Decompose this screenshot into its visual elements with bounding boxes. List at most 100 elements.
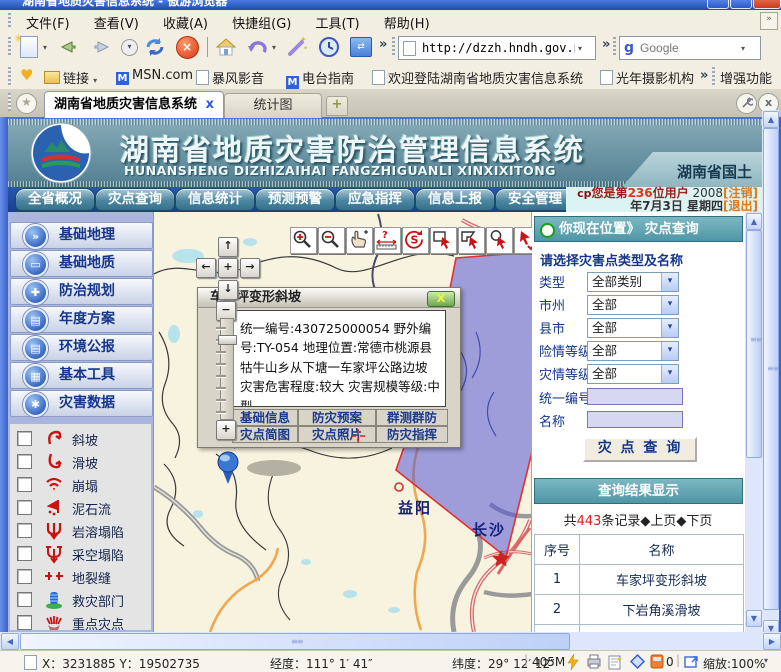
forward-button[interactable] [88, 34, 114, 60]
new-tab-button[interactable]: + [326, 96, 348, 116]
checkbox[interactable] [17, 477, 32, 492]
tab-tools-wrench-icon[interactable] [736, 93, 757, 114]
table-row[interactable]: 2下岩角溪滑坡 [535, 595, 744, 625]
links-folder[interactable]: 链接 ▾ [44, 68, 97, 87]
scroll-down-icon[interactable]: ▼ [746, 610, 762, 627]
chevron-down-icon[interactable]: ▾ [661, 296, 678, 314]
popup-tab-group-monitor[interactable]: 群测群防 [376, 409, 448, 426]
linksbar-grip[interactable] [8, 67, 11, 85]
favorites-heart-icon[interactable]: ♥ [20, 66, 33, 84]
history-dropdown-icon[interactable]: ▾ [121, 39, 138, 56]
identify-button[interactable] [514, 227, 532, 254]
home-button[interactable] [213, 34, 239, 60]
scroll-left-icon[interactable]: ◀ [1, 633, 19, 650]
type-select[interactable]: 全部类别▾ [587, 272, 679, 292]
pan-up-button[interactable]: ↑ [218, 237, 238, 257]
zoom-slider-handle[interactable] [218, 335, 237, 345]
close-button[interactable] [753, 0, 781, 9]
nav-forecast[interactable]: 预测预警 [256, 189, 334, 210]
select-rect-button[interactable] [430, 227, 457, 254]
chevron-down-icon[interactable]: ▾ [661, 273, 678, 291]
disaster-level-select[interactable]: 全部▾ [587, 364, 679, 384]
panel-scrollbar[interactable]: ▲ ≡≡ ▼ [745, 212, 762, 632]
full-extent-button[interactable]: S [402, 227, 429, 254]
toolbar-overflow-icon[interactable]: » [379, 37, 387, 52]
pan-hand-button[interactable] [346, 227, 373, 254]
chevron-down-icon[interactable]: ▾ [661, 365, 678, 383]
zoom-slider-plus-button[interactable]: + [216, 420, 236, 440]
scroll-right-icon[interactable]: ▶ [763, 633, 781, 650]
nav-stats[interactable]: 信息统计 [176, 189, 254, 210]
pan-center-button[interactable]: + [218, 258, 238, 278]
menubar-grip[interactable] [8, 13, 11, 28]
urlbar-grip[interactable] [392, 37, 395, 57]
scrollbar-thumb[interactable]: ≡≡ [746, 230, 762, 458]
nav-emergency[interactable]: 应急指挥 [336, 189, 414, 210]
checkbox[interactable] [17, 546, 32, 561]
scroll-up-icon[interactable]: ▲ [746, 213, 762, 230]
toolbar-grip[interactable] [8, 37, 11, 57]
link-radio[interactable]: M电台指南 [286, 68, 354, 89]
boost-lightning-icon[interactable] [566, 654, 580, 670]
zoom-in-button[interactable] [290, 227, 317, 254]
sidebar-item-base-geography[interactable]: »基础地理 [10, 222, 153, 249]
checkbox[interactable] [17, 592, 32, 607]
url-bar[interactable]: ▾ [398, 36, 596, 60]
layer-row-slope[interactable]: 斜坡 [10, 427, 151, 450]
nav-query[interactable]: 灾点查询 [96, 189, 174, 210]
checkbox[interactable] [17, 500, 32, 515]
link-msn[interactable]: MMSN.com [116, 68, 193, 85]
risk-level-select[interactable]: 全部▾ [587, 341, 679, 361]
window-titlebar[interactable]: 湖南省地质灾害信息系统 - 傲游浏览器 [0, 0, 781, 10]
layer-row-landslide[interactable]: 滑坡 [10, 450, 151, 473]
window-panel-button[interactable]: ⇄ [348, 34, 374, 60]
magic-wand-button[interactable]: ✦✦ [284, 34, 310, 60]
nav-security[interactable]: 安全管理 [496, 189, 574, 210]
popup-tab-command[interactable]: 防灾指挥 [376, 426, 448, 443]
pan-left-button[interactable]: ← [196, 258, 216, 278]
search-grip[interactable] [613, 37, 616, 57]
enhance-menu[interactable]: 增强功能 [720, 68, 772, 87]
pan-down-button[interactable]: ↓ [218, 280, 238, 300]
pan-right-button[interactable]: → [240, 258, 260, 278]
select-polygon-button[interactable] [458, 227, 485, 254]
layer-row-relief-dept[interactable]: 救灾部门 [10, 588, 151, 611]
logout-link[interactable]: [注销] [723, 186, 758, 200]
resize-window-icon[interactable] [684, 654, 699, 669]
popup-close-icon[interactable]: X [427, 291, 455, 307]
layer-row-karst-collapse[interactable]: 岩溶塌陷 [10, 519, 151, 542]
table-row[interactable]: 1车家坪变形斜坡 [535, 565, 744, 595]
exit-link[interactable]: [退出] [723, 199, 758, 213]
popup-tab-basic-info[interactable]: 基础信息 [232, 409, 298, 426]
chevron-down-icon[interactable]: ▾ [661, 319, 678, 337]
enhance-grip[interactable] [712, 67, 715, 85]
refresh-button[interactable] [142, 34, 168, 60]
horizontal-scrollbar[interactable]: ◀ ≡≡ ▶ [0, 632, 781, 650]
printer-icon[interactable] [586, 654, 602, 669]
query-button[interactable]: 灾 点 查 询 [583, 437, 697, 462]
popup-tab-sketch[interactable]: 灾点简图 [232, 426, 298, 443]
layer-row-collapse[interactable]: 崩塌 [10, 473, 151, 496]
scroll-up-icon[interactable]: ▲ [763, 111, 779, 128]
undo-button[interactable] [245, 34, 271, 60]
tabbar-grip[interactable] [8, 93, 11, 111]
counter-widget-icon[interactable] [650, 654, 664, 669]
history-clock-button[interactable] [316, 34, 342, 60]
chevron-down-icon[interactable]: ▾ [661, 342, 678, 360]
minimize-button[interactable] [707, 0, 729, 9]
scrollbar-thumb[interactable]: ≡≡ [763, 128, 779, 610]
popup-tab-prevention-plan[interactable]: 防灾预案 [298, 409, 376, 426]
tab-chart[interactable]: 统计图 [224, 93, 322, 118]
url-dropdown-icon[interactable]: ▾ [574, 44, 585, 53]
search-input[interactable] [638, 40, 738, 56]
search-dropdown-icon[interactable]: ▾ [738, 44, 748, 53]
url-input[interactable] [420, 40, 574, 56]
undo-dropdown-icon[interactable]: ▾ [272, 43, 276, 52]
diamond-icon[interactable] [630, 654, 645, 669]
county-select[interactable]: 全部▾ [587, 318, 679, 338]
sidebar-item-basic-tools[interactable]: ▦基本工具 [10, 362, 153, 389]
sidebar-item-env-bulletin[interactable]: ▤环境公报 [10, 334, 153, 361]
link-photo[interactable]: 光年摄影机构 [600, 68, 694, 87]
link-welcome[interactable]: 欢迎登陆湖南省地质灾害信息系统 [372, 68, 583, 87]
sidebar-item-base-geology[interactable]: ▭基础地质 [10, 250, 153, 277]
